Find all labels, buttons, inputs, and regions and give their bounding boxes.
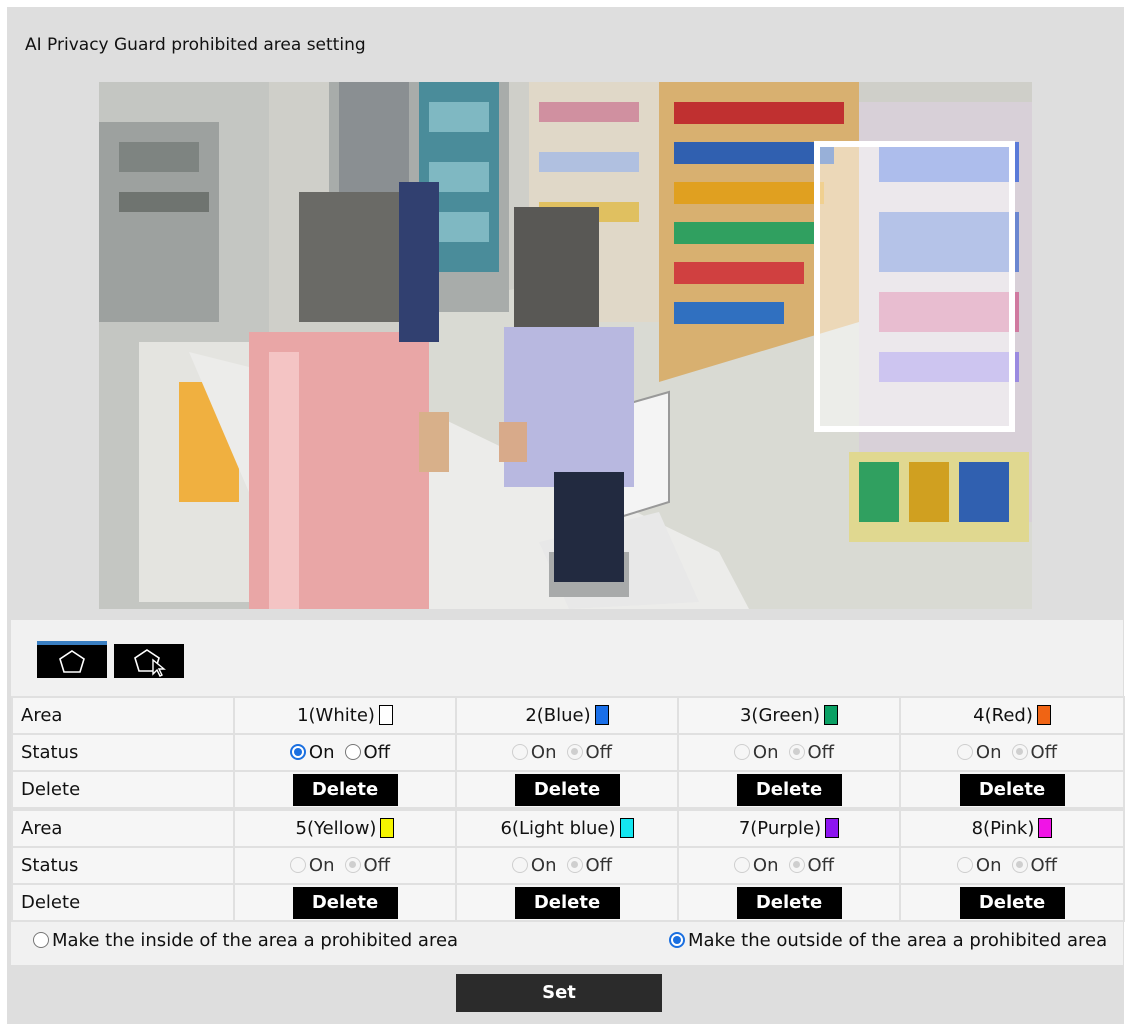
delete-area-2-button[interactable]: Delete bbox=[514, 773, 620, 806]
area-8-status: On Off bbox=[899, 846, 1125, 885]
area-8-name: 8(Pink) bbox=[899, 807, 1125, 848]
mode-inside-radio[interactable] bbox=[33, 932, 49, 948]
delete-label: Delete bbox=[11, 883, 235, 922]
delete-area-4-button[interactable]: Delete bbox=[959, 773, 1065, 806]
color-swatch bbox=[380, 818, 395, 838]
color-swatch bbox=[824, 705, 838, 725]
status-off-radio[interactable] bbox=[566, 743, 583, 760]
area-4-name: 4(Red) bbox=[899, 696, 1125, 735]
areas-table: Area 1(White) 2(Blue) 3(Green) 4(Red) St… bbox=[11, 696, 1125, 922]
area-5-status: On Off bbox=[233, 846, 457, 885]
area-2-status: On Off bbox=[455, 733, 679, 772]
status-label: Status bbox=[11, 733, 235, 772]
area-1-name: 1(White) bbox=[233, 696, 457, 735]
status-on-radio[interactable] bbox=[956, 743, 973, 760]
mode-inside-option[interactable]: Make the inside of the area a prohibited… bbox=[33, 930, 458, 951]
table-row: Area 5(Yellow) 6(Light blue) 7(Purple) 8… bbox=[11, 807, 1125, 848]
status-on-radio[interactable] bbox=[289, 743, 306, 760]
delete-area-6-button[interactable]: Delete bbox=[514, 886, 620, 919]
settings-panel: AI Privacy Guard prohibited area setting bbox=[7, 7, 1125, 1024]
status-off-radio[interactable] bbox=[788, 743, 805, 760]
status-on-radio[interactable] bbox=[511, 856, 528, 873]
status-on-radio[interactable] bbox=[956, 856, 973, 873]
page-title: AI Privacy Guard prohibited area setting bbox=[25, 35, 366, 55]
table-row: Status On Off On Off On Off On Off bbox=[11, 846, 1125, 885]
set-button[interactable]: Set bbox=[456, 974, 662, 1012]
draw-polygon-tool[interactable] bbox=[37, 641, 107, 678]
status-label: Status bbox=[11, 846, 235, 885]
delete-area-3-button[interactable]: Delete bbox=[736, 773, 842, 806]
color-swatch bbox=[619, 818, 634, 838]
area-7-name: 7(Purple) bbox=[677, 807, 901, 848]
status-off-radio[interactable] bbox=[344, 856, 361, 873]
status-on-radio[interactable] bbox=[511, 743, 528, 760]
camera-preview[interactable] bbox=[99, 82, 1032, 609]
area-controls: Area 1(White) 2(Blue) 3(Green) 4(Red) St… bbox=[11, 620, 1125, 965]
color-swatch bbox=[1036, 705, 1051, 725]
delete-label: Delete bbox=[11, 770, 235, 810]
table-row: Area 1(White) 2(Blue) 3(Green) 4(Red) bbox=[11, 696, 1125, 735]
status-on-radio[interactable] bbox=[733, 743, 750, 760]
area-6-status: On Off bbox=[455, 846, 679, 885]
area-6-name: 6(Light blue) bbox=[455, 807, 679, 848]
status-off-radio[interactable] bbox=[1011, 743, 1028, 760]
area-label: Area bbox=[11, 696, 235, 735]
color-swatch bbox=[378, 705, 393, 725]
area-5-name: 5(Yellow) bbox=[233, 807, 457, 848]
delete-area-8-button[interactable]: Delete bbox=[959, 886, 1065, 919]
status-off-radio[interactable] bbox=[344, 743, 361, 760]
area-2-name: 2(Blue) bbox=[455, 696, 679, 735]
table-row: Delete Delete Delete Delete Delete bbox=[11, 883, 1125, 922]
color-swatch bbox=[1038, 818, 1053, 838]
status-off-radio[interactable] bbox=[788, 856, 805, 873]
status-off-radio[interactable] bbox=[566, 856, 583, 873]
table-row: Status On Off On Off On Off On Off bbox=[11, 733, 1125, 772]
mode-outside-option[interactable]: Make the outside of the area a prohibite… bbox=[669, 930, 1107, 951]
select-area-tool[interactable] bbox=[114, 644, 184, 678]
color-swatch bbox=[594, 705, 609, 725]
status-on-radio[interactable] bbox=[733, 856, 750, 873]
area-4-status: On Off bbox=[899, 733, 1125, 772]
delete-area-1-button[interactable]: Delete bbox=[292, 773, 398, 806]
area-1-status: On Off bbox=[233, 733, 457, 772]
delete-area-5-button[interactable]: Delete bbox=[292, 886, 398, 919]
area-3-name: 3(Green) bbox=[677, 696, 901, 735]
table-row: Delete Delete Delete Delete Delete bbox=[11, 770, 1125, 810]
area-3-status: On Off bbox=[677, 733, 901, 772]
area-label: Area bbox=[11, 807, 235, 848]
mode-outside-radio[interactable] bbox=[669, 932, 685, 948]
pentagon-icon bbox=[59, 650, 85, 673]
status-off-radio[interactable] bbox=[1011, 856, 1028, 873]
delete-area-7-button[interactable]: Delete bbox=[736, 886, 842, 919]
area-7-status: On Off bbox=[677, 846, 901, 885]
color-swatch bbox=[825, 818, 840, 838]
status-on-radio[interactable] bbox=[289, 856, 306, 873]
camera-image bbox=[99, 82, 1032, 609]
pentagon-cursor-icon bbox=[134, 649, 166, 677]
